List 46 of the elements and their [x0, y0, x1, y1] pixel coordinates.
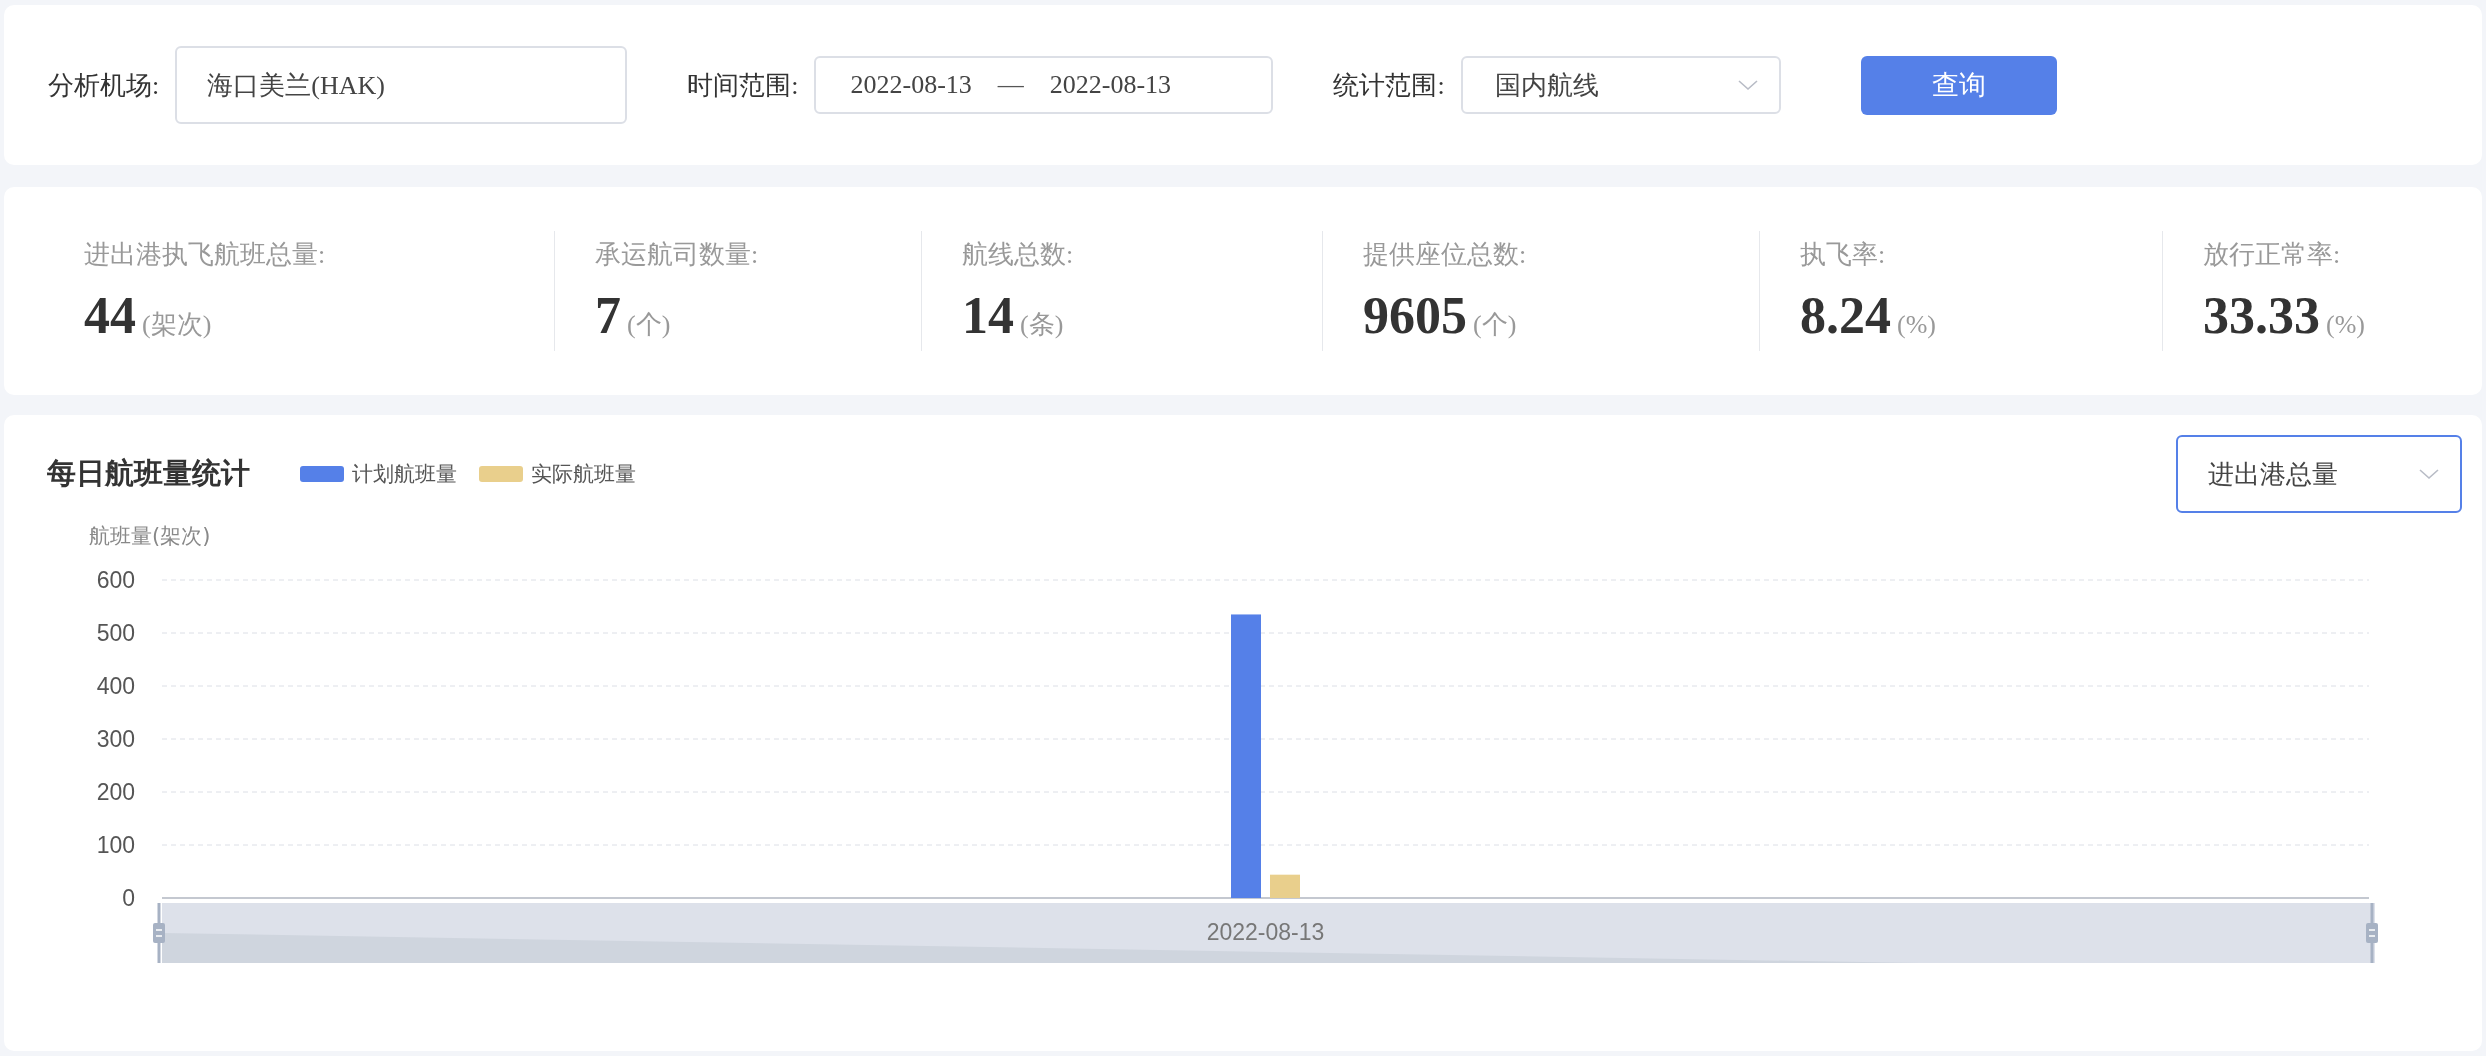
stat-label: 承运航司数量: [595, 239, 760, 271]
range-separator: — [997, 70, 1024, 100]
stat-label: 提供座位总数: [1363, 239, 1528, 271]
stat-value: 33.33 [2203, 286, 2320, 345]
legend-label[interactable]: 实际航班量 [531, 460, 636, 488]
date-range-field[interactable]: 2022-08-13 — 2022-08-13 [814, 56, 1274, 114]
stat-label: 放行正常率: [2203, 239, 2342, 271]
scope-select[interactable]: 国内航线 [1460, 56, 1781, 114]
stat-unit: (%) [2326, 310, 2365, 340]
end-date[interactable]: 2022-08-13 [1049, 70, 1172, 100]
stat-value: 7 [595, 286, 621, 345]
y-axis-tick-label: 500 [96, 620, 135, 646]
slider-handle-icon[interactable] [153, 903, 165, 963]
slider-handle-icon[interactable] [2366, 903, 2378, 963]
y-axis-tick-label: 600 [96, 567, 135, 593]
stat-value: 44 [84, 286, 136, 345]
field-label: 分析机场: [48, 69, 160, 102]
field-label: 统计范围: [1333, 69, 1445, 102]
y-axis-tick-label: 300 [96, 726, 135, 752]
chart-title: 每日航班量统计 [47, 455, 250, 492]
field-label: 时间范围: [687, 69, 799, 102]
start-date[interactable]: 2022-08-13 [850, 70, 972, 100]
stat-value: 14 [962, 286, 1014, 345]
stat-value: 9605 [1363, 286, 1467, 345]
chevron-down-icon [2418, 467, 2440, 481]
stat-label: 航线总数: [962, 239, 1075, 271]
stat-label: 执飞率: [1800, 239, 1887, 271]
airport-input-field[interactable]: 海口美兰(HAK) [175, 46, 628, 124]
stat-unit: (架次) [142, 309, 212, 341]
y-axis-tick-label: 0 [122, 885, 135, 911]
y-axis-title: 航班量(架次) [89, 524, 211, 548]
stat-unit: (个) [627, 309, 671, 341]
stat-label: 进出港执飞航班总量: [84, 239, 327, 271]
y-axis-tick-label: 100 [96, 832, 135, 858]
stat-unit: (个) [1473, 309, 1517, 341]
bar [1270, 874, 1300, 898]
metric-select[interactable]: 进出港总量 [2176, 435, 2462, 513]
zoom-range-label: 2022-08-13 [1206, 919, 1325, 945]
legend-label[interactable]: 计划航班量 [352, 460, 457, 488]
query-button[interactable]: 查询 [1860, 55, 2057, 115]
chevron-down-icon [1736, 78, 1759, 92]
y-axis-tick-label: 400 [96, 673, 135, 699]
stat-unit: (%) [1897, 310, 1936, 340]
y-axis-tick-label: 200 [96, 779, 135, 805]
stat-unit: (条) [1020, 309, 1064, 341]
stat-value: 8.24 [1800, 286, 1891, 345]
